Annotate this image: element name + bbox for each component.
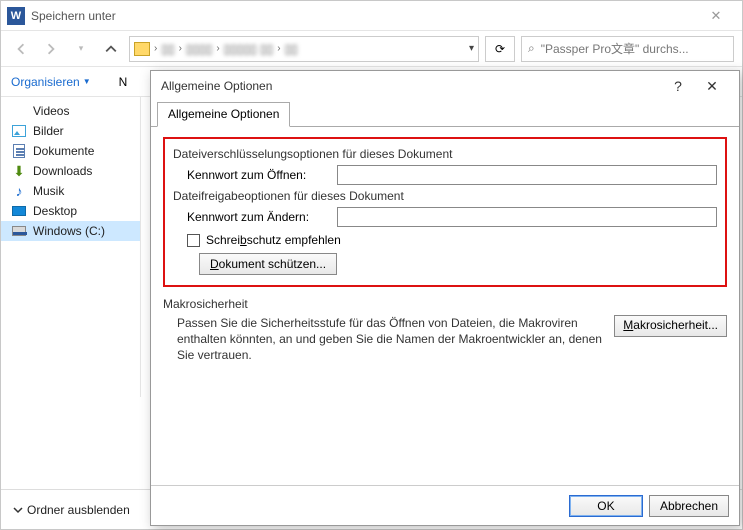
hide-folders-toggle[interactable]: Ordner ausblenden [13,503,130,517]
macro-section: Makrosicherheit Passen Sie die Sicherhei… [163,297,727,364]
search-input[interactable]: ⌕ "Passper Pro文章" durchs... [521,36,734,62]
sidebar-item-label: Videos [33,104,69,118]
password-modify-input[interactable] [337,207,717,227]
sidebar-item-label: Downloads [33,164,92,178]
refresh-icon: ⟳ [495,42,505,56]
downloads-icon: ⬇ [11,164,27,178]
sidebar: Videos Bilder Dokumente ⬇ Downloads ♪ Mu… [1,97,141,397]
window-title: Speichern unter [31,9,116,23]
general-options-dialog: Allgemeine Optionen ? ✕ Allgemeine Optio… [150,70,740,526]
dialog-titlebar: Allgemeine Optionen ? ✕ [151,71,739,101]
sidebar-item-label: Desktop [33,204,77,218]
path-segment: ▯▯▯▯▯ ▯▯ [224,42,274,56]
search-placeholder: "Passper Pro文章" durchs... [541,40,689,57]
sidebar-item-downloads[interactable]: ⬇ Downloads [1,161,140,181]
chevron-right-icon: › [277,43,280,54]
sidebar-item-videos[interactable]: Videos [1,101,140,121]
encryption-section-title: Dateiverschlüsselungsoptionen für dieses… [173,147,717,161]
drive-icon [12,226,26,236]
recent-dropdown[interactable]: ▾ [69,37,93,61]
sidebar-item-label: Musik [33,184,64,198]
word-icon: W [7,7,25,25]
close-icon: ✕ [706,78,718,95]
desktop-icon [12,206,26,216]
macro-description: Passen Sie die Sicherheitsstufe für das … [163,315,604,364]
chevron-right-icon: › [216,43,219,54]
macro-security-button[interactable]: Makrosicherheit... [614,315,727,337]
titlebar: W Speichern unter ✕ [1,1,742,31]
forward-button[interactable] [39,37,63,61]
macro-section-title: Makrosicherheit [163,297,727,311]
sidebar-item-label: Dokumente [33,144,94,158]
help-icon: ? [674,78,682,94]
password-open-input[interactable] [337,165,717,185]
sidebar-item-music[interactable]: ♪ Musik [1,181,140,201]
chevron-right-icon: › [154,43,157,54]
close-icon: ✕ [711,8,722,24]
sharing-section-title: Dateifreigabeoptionen für dieses Dokumen… [173,189,717,203]
dialog-body: Dateiverschlüsselungsoptionen für dieses… [151,127,739,485]
password-modify-label: Kennwort zum Ändern: [187,210,337,224]
path-segment: ▯▯▯▯ [186,42,212,56]
music-icon: ♪ [11,184,27,198]
search-icon: ⌕ [528,41,535,56]
sidebar-item-desktop[interactable]: Desktop [1,201,140,221]
dialog-footer: OK Abbrechen [151,485,739,525]
pictures-icon [12,125,26,137]
readonly-label: Schreibschutz empfehlen [206,233,341,247]
new-folder-button[interactable]: N [119,75,128,89]
dialog-title: Allgemeine Optionen [161,79,661,93]
ok-button[interactable]: OK [569,495,643,517]
chevron-down-icon: ▼ [83,77,91,86]
organize-button[interactable]: Organisieren ▼ [11,75,91,89]
nav-bar: ▾ › ▯▯ › ▯▯▯▯ › ▯▯▯▯▯ ▯▯ › ▯▯ ▾ ⟳ ⌕ "Pas… [1,31,742,67]
readonly-checkbox[interactable] [187,234,200,247]
protect-document-button[interactable]: Dokument schützen... [199,253,337,275]
readonly-checkbox-row[interactable]: Schreibschutz empfehlen [173,233,717,247]
path-segment: ▯▯ [285,42,298,56]
chevron-down-icon[interactable]: ▾ [469,43,474,54]
highlight-box: Dateiverschlüsselungsoptionen für dieses… [163,137,727,287]
sidebar-item-label: Bilder [33,124,64,138]
password-open-label: Kennwort zum Öffnen: [187,168,337,182]
up-button[interactable] [99,37,123,61]
sidebar-item-documents[interactable]: Dokumente [1,141,140,161]
dialog-close-button[interactable]: ✕ [695,72,729,100]
documents-icon [13,144,25,158]
dialog-tabs: Allgemeine Optionen [151,101,739,127]
organize-label: Organisieren [11,75,80,89]
sidebar-item-label: Windows (C:) [33,224,105,238]
path-breadcrumb[interactable]: › ▯▯ › ▯▯▯▯ › ▯▯▯▯▯ ▯▯ › ▯▯ ▾ [129,36,479,62]
chevron-right-icon: › [179,43,182,54]
back-button[interactable] [9,37,33,61]
window-close-button[interactable]: ✕ [696,2,736,30]
hide-folders-label: Ordner ausblenden [27,503,130,517]
folder-icon [134,42,150,56]
dialog-help-button[interactable]: ? [661,72,695,100]
sidebar-item-drive-c[interactable]: Windows (C:) [1,221,140,241]
tab-general-options[interactable]: Allgemeine Optionen [157,102,290,127]
cancel-button[interactable]: Abbrechen [649,495,729,517]
refresh-button[interactable]: ⟳ [485,36,515,62]
path-segment: ▯▯ [161,42,174,56]
sidebar-item-pictures[interactable]: Bilder [1,121,140,141]
